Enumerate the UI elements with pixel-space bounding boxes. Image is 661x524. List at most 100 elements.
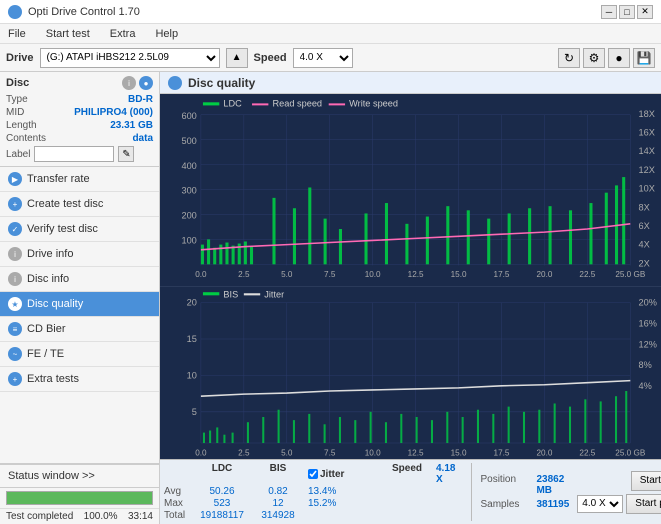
svg-text:10X: 10X	[639, 184, 655, 194]
svg-text:600: 600	[181, 111, 196, 121]
speed-header: Speed	[392, 463, 432, 485]
close-button[interactable]: ✕	[637, 5, 653, 19]
start-part-button[interactable]: Start part	[626, 494, 661, 514]
svg-text:LDC: LDC	[223, 98, 242, 108]
progress-section	[0, 487, 159, 508]
label-edit-button[interactable]: ✎	[118, 146, 134, 162]
disc-panel: Disc i ● Type BD-R MID PHILIPRO4 (000) L…	[0, 72, 159, 167]
nav-extra-tests[interactable]: + Extra tests	[0, 367, 159, 392]
svg-text:25.0 GB: 25.0 GB	[615, 449, 646, 458]
minimize-button[interactable]: ─	[601, 5, 617, 19]
burn-icon[interactable]: ●	[608, 48, 630, 68]
length-value: 23.31 GB	[110, 120, 153, 131]
progress-percent: 100.0%	[84, 511, 118, 522]
disc-icon1[interactable]: i	[122, 76, 136, 90]
svg-text:200: 200	[181, 211, 196, 221]
avg-ldc: 50.26	[196, 486, 248, 497]
svg-text:500: 500	[181, 136, 196, 146]
svg-text:18X: 18X	[639, 109, 655, 119]
nav-label-create-test-disc: Create test disc	[27, 198, 103, 210]
menu-file[interactable]: File	[4, 27, 30, 41]
position-value: 23862 MB	[536, 474, 569, 496]
speed-dropdown[interactable]: 4.0 X	[577, 495, 623, 513]
toolbar-icons: ↻ ⚙ ● 💾	[558, 48, 655, 68]
svg-text:15: 15	[187, 334, 197, 344]
create-test-disc-icon: +	[8, 197, 22, 211]
svg-text:8%: 8%	[639, 360, 652, 370]
charts-container: 600 500 400 300 200 100 18X 16X 14X 12X …	[160, 94, 661, 459]
action-buttons: Start full 4.0 X Start part	[577, 463, 661, 521]
nav-list: ▶ Transfer rate + Create test disc ✓ Ver…	[0, 167, 159, 392]
maximize-button[interactable]: □	[619, 5, 635, 19]
contents-label: Contents	[6, 133, 46, 144]
settings-icon[interactable]: ⚙	[583, 48, 605, 68]
top-chart: 600 500 400 300 200 100 18X 16X 14X 12X …	[160, 94, 661, 287]
nav-transfer-rate[interactable]: ▶ Transfer rate	[0, 167, 159, 192]
menu-bar: File Start test Extra Help	[0, 24, 661, 44]
svg-text:4%: 4%	[639, 381, 652, 391]
menu-start-test[interactable]: Start test	[42, 27, 94, 41]
svg-text:17.5: 17.5	[494, 270, 510, 279]
fe-te-icon: ~	[8, 347, 22, 361]
svg-text:22.5: 22.5	[579, 270, 595, 279]
nav-disc-quality[interactable]: ★ Disc quality	[0, 292, 159, 317]
eject-button[interactable]: ▲	[226, 48, 248, 68]
type-value: BD-R	[128, 94, 153, 105]
avg-bis: 0.82	[252, 486, 304, 497]
jitter-header: Jitter	[320, 469, 344, 480]
verify-test-disc-icon: ✓	[8, 222, 22, 236]
disc-info-icon: i	[8, 272, 22, 286]
svg-text:15.0: 15.0	[451, 270, 467, 279]
refresh-icon[interactable]: ↻	[558, 48, 580, 68]
disc-quality-header: Disc quality	[160, 72, 661, 94]
drive-label: Drive	[6, 52, 34, 64]
max-ldc: 523	[196, 498, 248, 509]
save-icon[interactable]: 💾	[633, 48, 655, 68]
svg-text:25.0 GB: 25.0 GB	[615, 270, 645, 279]
svg-text:2X: 2X	[639, 258, 650, 268]
svg-text:22.5: 22.5	[579, 449, 595, 458]
total-ldc: 19188117	[196, 510, 248, 521]
start-full-button[interactable]: Start full	[631, 471, 661, 491]
svg-text:14X: 14X	[639, 146, 655, 156]
nav-fe-te[interactable]: ~ FE / TE	[0, 342, 159, 367]
svg-text:100: 100	[181, 235, 196, 245]
label-input[interactable]	[34, 146, 114, 162]
svg-text:15.0: 15.0	[451, 449, 467, 458]
svg-text:2.5: 2.5	[238, 270, 250, 279]
nav-disc-info[interactable]: i Disc info	[0, 267, 159, 292]
status-window[interactable]: Status window >>	[0, 464, 159, 487]
menu-help[interactable]: Help	[151, 27, 182, 41]
menu-extra[interactable]: Extra	[106, 27, 140, 41]
disc-quality-title: Disc quality	[188, 76, 255, 90]
title-bar: Opti Drive Control 1.70 ─ □ ✕	[0, 0, 661, 24]
nav-verify-test-disc[interactable]: ✓ Verify test disc	[0, 217, 159, 242]
app-title: Opti Drive Control 1.70	[28, 6, 140, 18]
svg-text:0.0: 0.0	[195, 270, 207, 279]
disc-quality-icon: ★	[8, 297, 22, 311]
content-area: Disc quality	[160, 72, 661, 524]
svg-text:17.5: 17.5	[494, 449, 510, 458]
nav-label-drive-info: Drive info	[27, 248, 73, 260]
disc-icon2[interactable]: ●	[139, 76, 153, 90]
window-controls: ─ □ ✕	[601, 5, 653, 19]
nav-drive-info[interactable]: i Drive info	[0, 242, 159, 267]
nav-cd-bier[interactable]: ≡ CD Bier	[0, 317, 159, 342]
speed-label: Speed	[254, 52, 287, 64]
nav-label-disc-info: Disc info	[27, 273, 69, 285]
svg-text:Read speed: Read speed	[272, 98, 322, 108]
svg-text:12.5: 12.5	[408, 449, 424, 458]
max-jitter: 15.2%	[308, 498, 388, 509]
sidebar: Disc i ● Type BD-R MID PHILIPRO4 (000) L…	[0, 72, 160, 524]
jitter-checkbox[interactable]	[308, 469, 318, 479]
nav-create-test-disc[interactable]: + Create test disc	[0, 192, 159, 217]
svg-text:7.5: 7.5	[324, 270, 336, 279]
disc-section-title: Disc	[6, 77, 29, 89]
svg-text:5.0: 5.0	[281, 449, 293, 458]
total-bis: 314928	[252, 510, 304, 521]
status-window-label: Status window >>	[8, 470, 95, 482]
nav-label-cd-bier: CD Bier	[27, 323, 66, 335]
samples-label: Samples	[480, 499, 532, 510]
drive-select[interactable]: (G:) ATAPI iHBS212 2.5L09	[40, 48, 220, 68]
speed-select[interactable]: 4.0 X	[293, 48, 353, 68]
